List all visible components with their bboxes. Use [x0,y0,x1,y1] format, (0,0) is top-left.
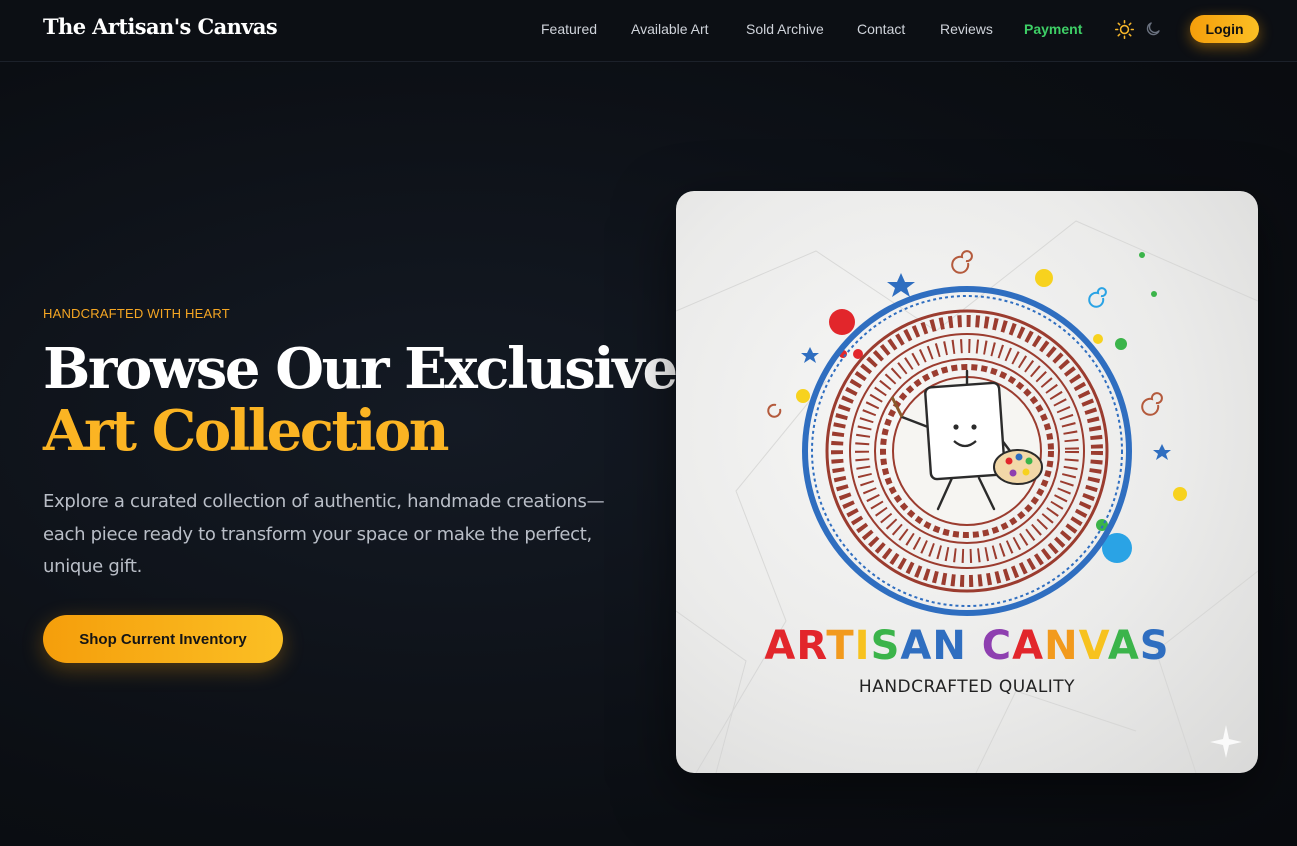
nav-available-art[interactable]: Available Art [631,21,709,37]
logo-letter: A [1107,623,1140,669]
nav-contact[interactable]: Contact [857,21,905,37]
main-nav: Featured Available Art Sold Archive Cont… [0,21,1297,41]
hero-eyebrow: HANDCRAFTED WITH HEART [43,306,230,321]
logo-letter: S [1139,623,1170,669]
nav-payment[interactable]: Payment [1024,21,1082,37]
nav-featured[interactable]: Featured [541,21,597,37]
headline-line-2: Art Collection [43,398,450,464]
headline-line-1: Browse Our Exclusive [43,336,678,402]
site-header: The Artisan's Canvas Featured Available … [0,0,1297,62]
logo-letter [967,623,982,669]
artwork-image: ARTISAN CANVAS HANDCRAFTED QUALITY [676,191,1258,773]
logo-letter: N [1044,623,1079,669]
nav-sold-archive[interactable]: Sold Archive [746,21,824,37]
logo-letter: V [1078,623,1108,669]
moon-icon[interactable] [1144,20,1162,38]
hero-description: Explore a curated collection of authenti… [43,491,605,577]
shop-inventory-button[interactable]: Shop Current Inventory [43,615,283,663]
logo-letter: A [900,623,933,669]
artwork-tagline: HANDCRAFTED QUALITY [858,677,1076,697]
logo-letter: R [796,623,827,669]
sun-icon[interactable] [1114,19,1135,40]
artwork-logo-text: ARTISAN CANVAS [676,623,1258,669]
logo-letter: S [870,623,901,669]
logo-letter: C [981,623,1013,669]
logo-letter: A [1012,623,1045,669]
logo-letter: T [826,623,855,669]
logo-letter: N [932,623,967,669]
logo-letter: I [854,623,871,669]
logo-letter: A [764,623,797,669]
login-button[interactable]: Login [1190,15,1259,43]
nav-reviews[interactable]: Reviews [940,21,993,37]
hero-headline: Browse Our Exclusive Art Collection [43,336,678,464]
